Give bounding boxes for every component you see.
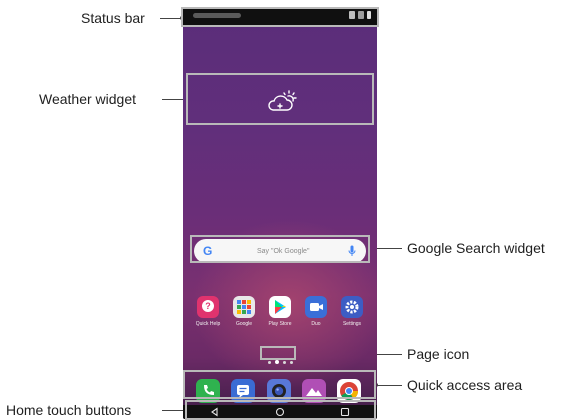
status-bar-highlight — [181, 7, 379, 27]
status-bar-callout: Status bar — [81, 10, 145, 26]
app-quick-help[interactable]: ? Quick Help — [191, 296, 225, 327]
quick-access-leader — [376, 385, 402, 386]
page-dot — [289, 360, 293, 364]
app-settings[interactable]: Settings — [335, 296, 369, 327]
weather-widget-callout: Weather widget — [39, 91, 137, 107]
app-google[interactable]: Google — [227, 296, 261, 327]
google-search-highlight — [190, 235, 370, 263]
page-dot — [267, 360, 271, 364]
weather-widget-highlight — [186, 73, 374, 125]
app-play-store[interactable]: Play Store — [263, 296, 297, 327]
gear-icon — [341, 296, 363, 318]
app-duo[interactable]: Duo — [299, 296, 333, 327]
svg-text:?: ? — [205, 301, 211, 311]
status-bar-leader — [160, 18, 182, 19]
app-label: Play Store — [268, 321, 292, 327]
home-page-dot — [274, 360, 279, 364]
app-label: Settings — [342, 321, 362, 327]
play-store-icon — [269, 296, 291, 318]
duo-icon — [305, 296, 327, 318]
home-touch-buttons-highlight — [185, 400, 376, 420]
app-label: Duo — [311, 321, 321, 327]
help-icon: ? — [197, 296, 219, 318]
page-icon-highlight — [260, 346, 296, 360]
app-row: ? Quick Help Google Play Store Duo Setti… — [183, 296, 377, 336]
quick-access-area-callout: Quick access area — [407, 377, 523, 393]
app-label: Quick Help — [195, 321, 221, 327]
folder-icon — [233, 296, 255, 318]
quick-access-highlight — [183, 370, 376, 399]
google-search-widget-callout: Google Search widget — [407, 240, 545, 256]
app-label: Google — [235, 321, 253, 327]
page-icon-callout: Page icon — [407, 346, 470, 362]
home-touch-buttons-callout: Home touch buttons — [6, 402, 132, 418]
page-dot — [282, 360, 286, 364]
